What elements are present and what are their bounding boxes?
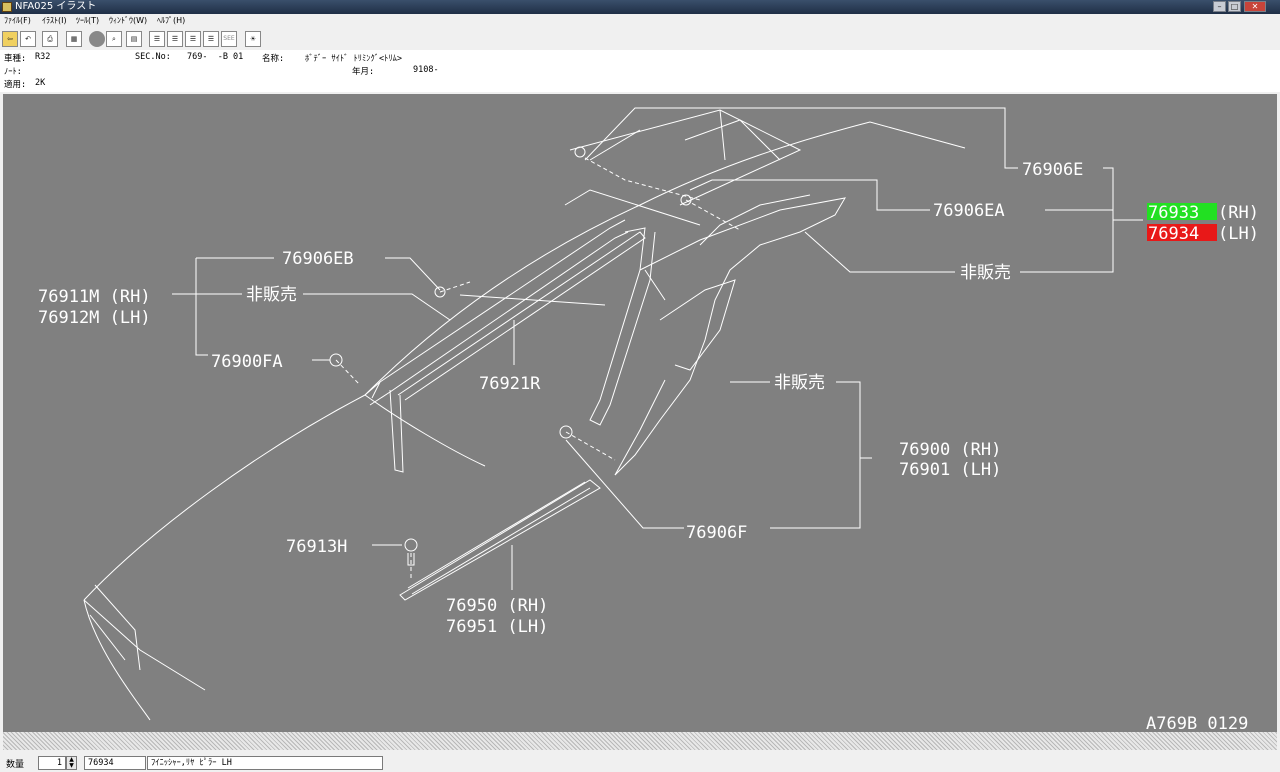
menu-help[interactable]: ﾍﾙﾌﾟ(H) [157, 14, 185, 28]
quantity-field[interactable]: 1 [38, 756, 66, 770]
list-icon-3[interactable]: ☰ [185, 31, 201, 47]
part-label-76934[interactable]: 76934 [1148, 224, 1199, 244]
part-label-76912M[interactable]: 76912M (LH) [38, 308, 151, 328]
part-name-field: ﾌｲﾆｯｼｬｰ,ﾘﾔ ﾋﾟﾗｰ LH [147, 756, 383, 770]
illustration-id: A769B 0129 [1146, 714, 1248, 732]
app-icon [2, 2, 12, 12]
close-button[interactable]: ✕ [1244, 1, 1266, 12]
quantity-label: 数量 [6, 760, 25, 770]
status-bar: 数量 1 ▲ ▼ 76934 ﾌｲﾆｯｼｬｰ,ﾘﾔ ﾋﾟﾗｰ LH [0, 754, 1280, 772]
circle-icon[interactable] [89, 31, 105, 47]
part-label-76933-rh: (RH) [1218, 203, 1259, 223]
name-label: 名称: [262, 54, 285, 64]
part-label-76900FA[interactable]: 76900FA [211, 352, 283, 372]
part-label-76913H[interactable]: 76913H [286, 537, 347, 557]
part-label-76906EB[interactable]: 76906EB [282, 249, 354, 269]
secno-value: 769- -B 01 [187, 52, 244, 62]
exit-icon[interactable]: ⇦ [2, 31, 18, 47]
print-icon[interactable]: ⎙ [42, 31, 58, 47]
info-panel: 車種: R32 SEC.No: 769- -B 01 名称: ﾎﾞﾃﾞｰ ｻｲﾄ… [0, 50, 1280, 92]
page-icon[interactable]: ▤ [126, 31, 142, 47]
preview-icon[interactable]: ▦ [66, 31, 82, 47]
part-label-hihanbai-3: 非販売 [774, 373, 825, 393]
model-value: R32 [35, 52, 51, 62]
part-label-76950[interactable]: 76950 (RH) [446, 596, 548, 616]
part-number-field: 76934 [84, 756, 146, 770]
part-label-76906EA[interactable]: 76906EA [933, 201, 1005, 221]
name-value: ﾎﾞﾃﾞｰ ｻｲﾄﾞ ﾄﾘﾐﾝｸﾞ<ﾄﾘﾑ> [305, 54, 402, 64]
part-label-76921R[interactable]: 76921R [479, 374, 541, 394]
title-bar: NFA025 イラスト – □ ✕ [0, 0, 1280, 14]
part-label-hihanbai-1: 非販売 [960, 263, 1011, 283]
date-label: 年月: [352, 67, 375, 77]
date-value: 9108- [413, 65, 439, 75]
clip-leaders [335, 157, 741, 580]
menu-file[interactable]: ﾌｧｲﾙ(F) [4, 14, 31, 28]
apply-label: 適用: [4, 80, 27, 90]
part-label-76906E[interactable]: 76906E [1022, 160, 1083, 180]
part-label-76900[interactable]: 76900 (RH) [899, 440, 1001, 460]
menu-bar: ﾌｧｲﾙ(F) ｲﾗｽﾄ(I) ﾂｰﾙ(T) ｳｨﾝﾄﾞｳ(W) ﾍﾙﾌﾟ(H) [0, 14, 1280, 28]
menu-tool[interactable]: ﾂｰﾙ(T) [76, 14, 99, 28]
part-label-76911M[interactable]: 76911M (RH) [38, 287, 151, 307]
quantity-stepper[interactable]: ▲ ▼ [66, 756, 77, 770]
part-label-76901[interactable]: 76901 (LH) [899, 460, 1001, 480]
toolbar: ⇦ ↶ ⎙ ▦ ⌕ ▤ ☰ ☰ ☰ ☰ SEE ☀ [0, 28, 1280, 51]
bulb-icon[interactable]: ☀ [245, 31, 261, 47]
apply-value: 2K [35, 78, 46, 88]
illustration-canvas[interactable]: 76906E 76906EA 76933 (RH) 76934 (LH) 非販売… [3, 94, 1277, 732]
menu-illust[interactable]: ｲﾗｽﾄ(I) [42, 14, 67, 28]
menu-window[interactable]: ｳｨﾝﾄﾞｳ(W) [109, 14, 147, 28]
minimize-button[interactable]: – [1213, 1, 1226, 12]
part-label-76951[interactable]: 76951 (LH) [446, 617, 548, 637]
window-title: NFA025 イラスト [15, 1, 97, 12]
part-label-76933[interactable]: 76933 [1148, 203, 1199, 223]
callout-lines [172, 107, 1143, 590]
see-button[interactable]: SEE [221, 31, 237, 47]
undo-icon[interactable]: ↶ [20, 31, 36, 47]
canvas-footer-hatch [3, 732, 1277, 750]
secno-label: SEC.No: [135, 52, 171, 62]
model-label: 車種: [4, 54, 27, 64]
maximize-button[interactable]: □ [1228, 1, 1241, 12]
part-label-76934-lh: (LH) [1218, 224, 1259, 244]
part-label-76906F[interactable]: 76906F [686, 523, 747, 543]
list-icon-1[interactable]: ☰ [149, 31, 165, 47]
zoom-icon[interactable]: ⌕ [106, 31, 122, 47]
note-label: ﾉｰﾄ: [4, 67, 22, 77]
part-label-hihanbai-2: 非販売 [246, 285, 297, 305]
list-icon-4[interactable]: ☰ [203, 31, 219, 47]
list-icon-2[interactable]: ☰ [167, 31, 183, 47]
